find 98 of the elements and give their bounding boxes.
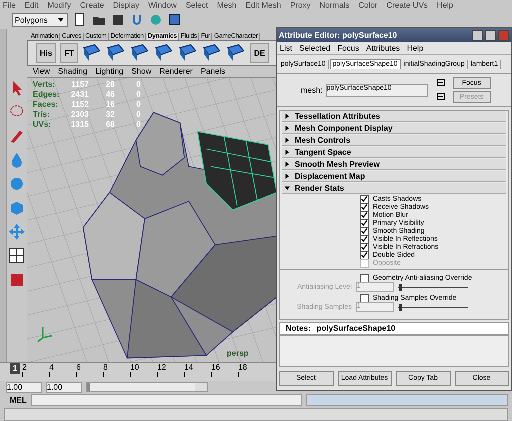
menu-item[interactable]: Modify bbox=[48, 1, 72, 10]
current-frame: 1 bbox=[10, 363, 20, 374]
checkbox[interactable] bbox=[360, 294, 369, 302]
frame-number: 14 bbox=[184, 363, 194, 372]
panel-menu-item[interactable]: Shading bbox=[58, 67, 88, 76]
window-title: Attribute Editor: polySurface10 bbox=[279, 30, 398, 40]
menu-item[interactable]: Mesh bbox=[217, 1, 237, 10]
hud-value: 46 bbox=[105, 90, 115, 99]
checkbox[interactable] bbox=[360, 274, 369, 282]
panel-menu-item[interactable]: Panels bbox=[200, 67, 226, 76]
frame-number: 16 bbox=[211, 363, 222, 372]
section-header[interactable]: Displacement Map bbox=[282, 171, 506, 182]
tile-icon[interactable] bbox=[226, 43, 246, 63]
menu-item[interactable]: Help bbox=[437, 1, 454, 10]
slider-thumb[interactable] bbox=[399, 304, 402, 310]
menu-item[interactable]: Display bbox=[113, 1, 140, 10]
hud-value: 0 bbox=[136, 80, 141, 89]
range-slider-bar[interactable] bbox=[87, 383, 195, 391]
hud-label: UVs: bbox=[33, 120, 52, 129]
caret-icon bbox=[57, 16, 65, 24]
hud-value: 0 bbox=[136, 90, 141, 99]
frame-number: 12 bbox=[157, 363, 168, 372]
hud-value: 28 bbox=[105, 80, 115, 89]
range-field[interactable]: 1.00 bbox=[46, 382, 82, 392]
frame-number: 10 bbox=[130, 363, 140, 372]
hud-value: 32 bbox=[105, 110, 115, 119]
menu-item[interactable]: Select bbox=[186, 1, 208, 10]
hud-value: 0 bbox=[136, 100, 141, 109]
menu-item[interactable]: File bbox=[3, 1, 16, 10]
frame-number: 8 bbox=[103, 363, 109, 372]
section-header[interactable]: Tessellation Attributes bbox=[282, 111, 506, 122]
menu-item[interactable]: Window bbox=[148, 1, 177, 10]
hud-value: 1157 bbox=[70, 80, 89, 89]
notes-label: Notes: bbox=[286, 324, 311, 333]
checkbox[interactable] bbox=[360, 194, 369, 204]
save-icon[interactable] bbox=[111, 13, 125, 27]
section-header[interactable]: Mesh Controls bbox=[282, 135, 506, 146]
tile-icon[interactable] bbox=[106, 43, 126, 63]
maximize-button[interactable] bbox=[485, 30, 496, 40]
frame-number: 4 bbox=[49, 363, 55, 372]
camera-label: persp bbox=[227, 349, 249, 358]
hud-value: 1152 bbox=[70, 100, 89, 109]
axis-icon bbox=[35, 324, 55, 344]
hud-value: 68 bbox=[105, 120, 115, 129]
panel-menu-item[interactable]: Lighting bbox=[96, 67, 124, 76]
hud-value: 16 bbox=[105, 100, 115, 109]
node-label: mesh: bbox=[301, 86, 323, 94]
frame-number: 2 bbox=[22, 363, 28, 372]
panel-menu-item[interactable]: View bbox=[33, 67, 50, 76]
tile-icon[interactable] bbox=[178, 43, 198, 63]
command-input-field[interactable] bbox=[30, 394, 302, 406]
menu-item[interactable]: Attributes bbox=[366, 44, 400, 52]
menu-item[interactable]: Selected bbox=[299, 44, 331, 52]
command-language-label[interactable]: MEL bbox=[10, 396, 27, 404]
shelf-button[interactable]: DE bbox=[250, 43, 270, 63]
range-start-field[interactable]: 1.00 bbox=[6, 382, 42, 392]
slider-thumb[interactable] bbox=[399, 284, 402, 290]
square-icon[interactable] bbox=[8, 271, 26, 289]
section-header[interactable]: Mesh Component Display bbox=[282, 123, 506, 134]
panel-menu-item[interactable]: Show bbox=[132, 67, 152, 76]
menu-item[interactable]: Edit Mesh bbox=[246, 1, 282, 10]
menu-item[interactable]: Create bbox=[80, 1, 104, 10]
section-header[interactable]: Tangent Space bbox=[282, 147, 506, 158]
hud-value: 0 bbox=[136, 120, 141, 129]
hud-value: 0 bbox=[136, 110, 141, 119]
shelf-button[interactable]: His bbox=[36, 43, 56, 63]
menu-item[interactable]: Normals bbox=[320, 1, 350, 10]
hud-label: Verts: bbox=[33, 80, 56, 89]
section-header[interactable]: Render Stats bbox=[282, 183, 506, 194]
hud-label: Tris: bbox=[33, 110, 51, 119]
frame-number: 6 bbox=[76, 363, 82, 372]
page-icon[interactable] bbox=[73, 13, 87, 27]
section-header[interactable]: Smooth Mesh Preview bbox=[282, 159, 506, 170]
magnet-icon[interactable] bbox=[130, 13, 144, 27]
notes-node-name: polySurfaceShape10 bbox=[316, 324, 396, 333]
hud-value: 1315 bbox=[70, 120, 89, 129]
menu-item[interactable]: Edit bbox=[24, 1, 39, 10]
tile-icon[interactable] bbox=[202, 43, 222, 63]
menu-item[interactable]: Proxy bbox=[290, 1, 311, 10]
exit-icon[interactable] bbox=[436, 92, 447, 102]
menu-item[interactable]: Create UVs bbox=[386, 1, 428, 10]
mode-dropdown[interactable]: Polygons bbox=[12, 13, 68, 27]
hud-value: 2431 bbox=[70, 90, 89, 99]
menu-item[interactable]: Color bbox=[358, 1, 378, 10]
tile-icon[interactable] bbox=[154, 43, 174, 63]
tile-icon[interactable] bbox=[130, 43, 150, 63]
frame-number: 18 bbox=[238, 363, 248, 372]
panel-menu-item[interactable]: Renderer bbox=[160, 67, 193, 76]
minimize-button[interactable] bbox=[472, 30, 483, 40]
hud-label: Edges: bbox=[33, 90, 61, 99]
menu-item[interactable]: List bbox=[280, 44, 292, 52]
menu-item[interactable]: Help bbox=[407, 44, 424, 52]
shelf-button[interactable]: FT bbox=[60, 43, 78, 63]
hud-value: 2303 bbox=[70, 110, 89, 119]
hud-label: Faces: bbox=[33, 100, 60, 109]
enter-icon[interactable] bbox=[436, 78, 447, 88]
tile-icon[interactable] bbox=[82, 43, 102, 63]
menu-item[interactable]: Focus bbox=[338, 44, 360, 52]
